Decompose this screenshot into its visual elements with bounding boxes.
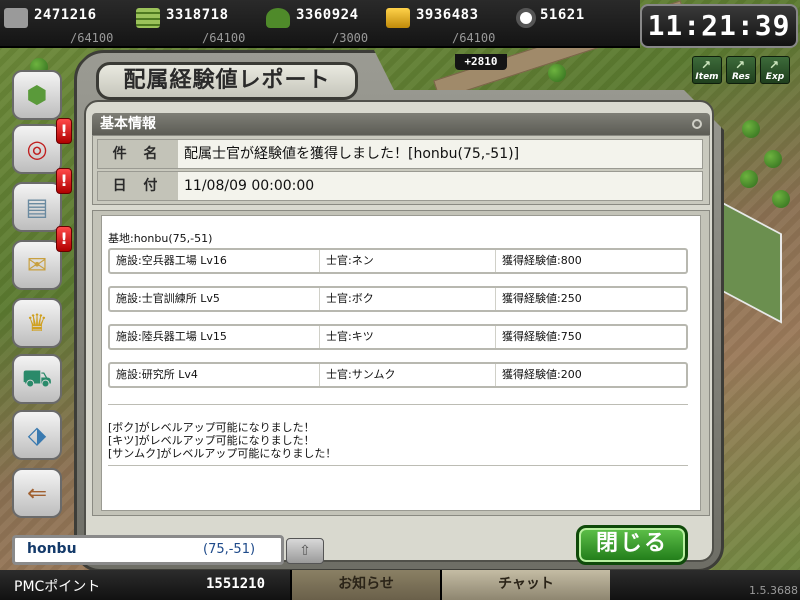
cart-icon: ⛟ [21, 363, 53, 392]
sidebar-exit-button[interactable]: ⇐ [12, 468, 62, 518]
report-panel: 基地:honbu(75,-51) 施設:空兵器工場 Lv16 士官:ネン 獲得経… [92, 210, 710, 516]
divider [108, 465, 688, 466]
pmc-value: 1551210 [206, 576, 266, 592]
base-selector[interactable]: honbu (75,-51) [12, 535, 284, 565]
gear-icon [516, 8, 536, 28]
date-label: 日 付 [98, 172, 178, 200]
pmc-label: PMCポイント [14, 579, 101, 595]
collapse-icon[interactable] [692, 119, 702, 129]
alert-badge-icon: ! [56, 118, 72, 144]
officer-cell: 士官:サンムク [320, 364, 496, 386]
chevron-up-button[interactable]: ⇧ [286, 538, 324, 564]
sidebar-documents-button[interactable]: ▤ [12, 182, 62, 232]
exp-button[interactable]: ↗ Exp [760, 56, 790, 84]
map-tree [764, 150, 782, 168]
sidebar-mail-button[interactable]: ✉ [12, 240, 62, 290]
exp-cell: 獲得経験値:250 [502, 292, 582, 305]
version-label: 1.5.3688 [749, 584, 798, 597]
facility-row: 施設:士官訓練所 Lv5 士官:ボク 獲得経験値:250 [108, 286, 688, 312]
resource-gear: 51621 [512, 3, 632, 45]
report-body: 基地:honbu(75,-51) 施設:空兵器工場 Lv16 士官:ネン 獲得経… [101, 215, 701, 511]
exp-cell: 獲得経験値:200 [502, 368, 582, 381]
subject-label: 件 名 [98, 140, 178, 168]
close-button[interactable]: 閉じる [576, 525, 688, 565]
facility-cell: 施設:研究所 Lv4 [110, 364, 320, 386]
alert-badge-icon: ! [56, 226, 72, 252]
divider [108, 404, 688, 405]
resource-soldier: 3360924 /3000 [262, 3, 380, 45]
documents-icon: ▤ [25, 193, 49, 221]
section-header: 基本情報 [92, 113, 710, 135]
subject-row: 件 名 配属士官が経験値を獲得しました！[honbu(75,-51)] [97, 139, 703, 169]
base-name: honbu [27, 541, 77, 557]
sidebar-target-button[interactable]: ◎ [12, 124, 62, 174]
exit-door-icon: ⇐ [26, 479, 48, 507]
target-icon: ◎ [26, 135, 48, 163]
tab-notice[interactable]: お知らせ [290, 570, 440, 600]
resource-bonus: +2810 [455, 54, 507, 70]
sidebar-shop-button[interactable]: ⛟ [12, 354, 62, 404]
officer-cell: 士官:キツ [320, 326, 496, 348]
subject-value: 配属士官が経験値を獲得しました！[honbu(75,-51)] [184, 146, 520, 162]
officer-cell: 士官:ネン [320, 250, 496, 272]
alert-badge-icon: ! [56, 168, 72, 194]
resource-bar: 2471216 /64100 3318718 /64100 3360924 /3… [0, 0, 640, 48]
fuel-icon [136, 8, 160, 28]
game-clock: 11:21:39 [640, 4, 798, 48]
map-icon: ⬢ [26, 81, 48, 109]
resource-steel: 2471216 /64100 [0, 3, 130, 45]
map-tree [742, 120, 760, 138]
facility-row: 施設:研究所 Lv4 士官:サンムク 獲得経験値:200 [108, 362, 688, 388]
facility-cell: 施設:空兵器工場 Lv16 [110, 250, 320, 272]
base-line: 基地:honbu(75,-51) [108, 232, 213, 245]
facility-cell: 施設:士官訓練所 Lv5 [110, 288, 320, 310]
steel-icon [4, 8, 28, 28]
date-row: 日 付 11/08/09 00:00:00 [97, 171, 703, 201]
arrow-icon: ↗ [701, 58, 712, 72]
facility-row: 施設:陸兵器工場 Lv15 士官:キツ 獲得経験値:750 [108, 324, 688, 350]
sidebar-tag-button[interactable]: ⬗ [12, 410, 62, 460]
exp-cell: 獲得経験値:800 [502, 254, 582, 267]
officer-cell: 士官:ボク [320, 288, 496, 310]
arrow-icon: ↗ [735, 58, 746, 72]
item-button[interactable]: ↗ Item [692, 56, 722, 84]
mail-icon: ✉ [26, 251, 48, 279]
date-value: 11/08/09 00:00:00 [184, 178, 315, 194]
resource-gold: 3936483 /64100 [382, 3, 510, 45]
map-tree [548, 64, 566, 82]
levelup-message: [サンムク]がレベルアップ可能になりました！ [108, 447, 337, 460]
gold-icon [386, 8, 410, 28]
map-tree [740, 170, 758, 188]
exp-cell: 獲得経験値:750 [502, 330, 582, 343]
facility-cell: 施設:陸兵器工場 Lv15 [110, 326, 320, 348]
bottom-bar: PMCポイント 1551210 お知らせ チャット 1.5.3688 [0, 570, 800, 600]
facility-row: 施設:空兵器工場 Lv16 士官:ネン 獲得経験値:800 [108, 248, 688, 274]
basic-info-box: 件 名 配属士官が経験値を獲得しました！[honbu(75,-51)] 日 付 … [92, 135, 710, 205]
ranking-icon: ♛ [26, 309, 48, 337]
sidebar-map-button[interactable]: ⬢ [12, 70, 62, 120]
tab-chat[interactable]: チャット [440, 570, 610, 600]
soldier-icon [266, 8, 290, 28]
arrow-icon: ↗ [769, 58, 780, 72]
base-coords: (75,-51) [203, 542, 256, 557]
res-button[interactable]: ↗ Res [726, 56, 756, 84]
dialog-title: 配属経験値レポート [96, 62, 358, 100]
tag-icon: ⬗ [27, 421, 47, 449]
map-tree [772, 190, 790, 208]
sidebar-ranking-button[interactable]: ♛ [12, 298, 62, 348]
chevron-up-icon: ⇧ [299, 543, 311, 559]
resource-fuel: 3318718 /64100 [132, 3, 260, 45]
